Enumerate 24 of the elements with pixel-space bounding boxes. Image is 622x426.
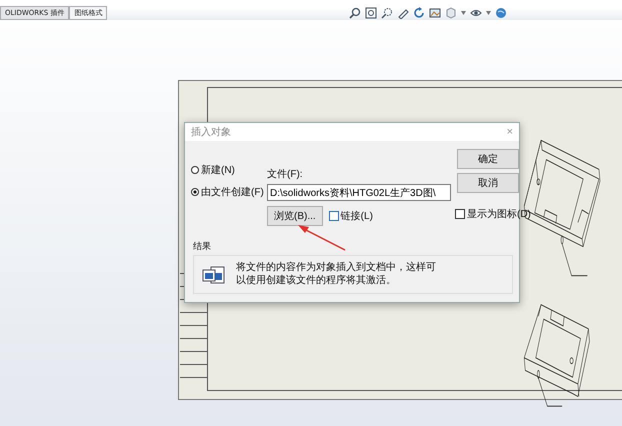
radio-option[interactable]: 新建(N): [191, 163, 261, 177]
display-as-icon-checkbox[interactable]: 显示为图标(D): [455, 207, 531, 221]
caret-icon[interactable]: [486, 11, 492, 15]
dialog-button[interactable]: 取消: [457, 173, 519, 193]
dialog-title: 插入对象: [191, 126, 231, 139]
zoom-area-icon[interactable]: [365, 7, 378, 19]
zoom-selection-icon[interactable]: [381, 7, 394, 19]
file-label: 文件(F):: [267, 168, 304, 181]
globe-icon[interactable]: [495, 7, 508, 19]
document-images-icon: [202, 264, 226, 284]
rotate-icon[interactable]: [413, 7, 426, 19]
dialog-button[interactable]: 确定: [457, 149, 519, 169]
pencil-icon[interactable]: [397, 7, 410, 19]
radio-option[interactable]: 由文件创建(F): [191, 185, 261, 199]
browse-button[interactable]: 浏览(B)...: [267, 206, 323, 226]
result-description: 将文件的内容作为对象插入到文档中，这样可以使用创建该文件的程序将其激活。: [236, 262, 436, 287]
file-path-field[interactable]: D:\solidworks资料\HTG02L生产3D图\: [267, 184, 451, 201]
zoom-icon[interactable]: [349, 7, 362, 19]
caret-icon[interactable]: [461, 11, 466, 15]
link-checkbox[interactable]: 链接(L): [328, 209, 373, 223]
annotation-arrow: [298, 225, 346, 251]
image-icon[interactable]: [429, 7, 442, 19]
result-group-label: 结果: [193, 241, 211, 251]
eye-icon[interactable]: [470, 7, 482, 19]
